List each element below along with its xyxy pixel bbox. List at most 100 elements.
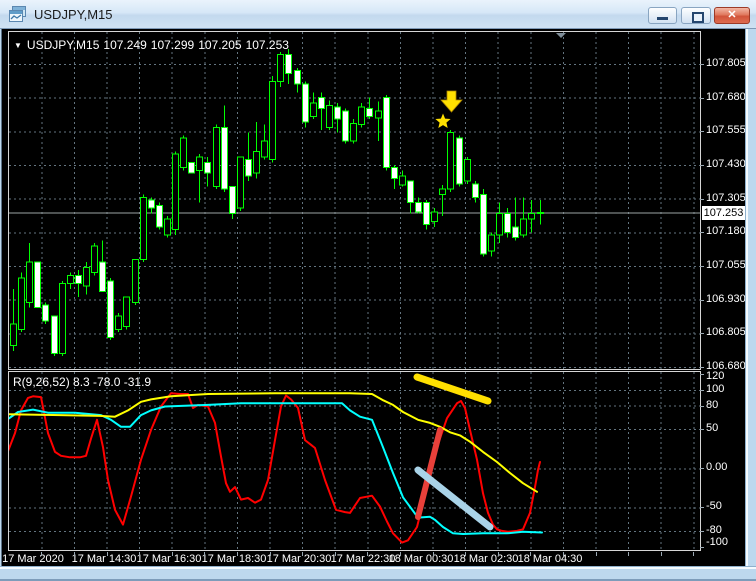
indicator-panel-border [8, 371, 701, 551]
candlestick [464, 159, 471, 182]
candlestick [326, 105, 333, 128]
candlestick [237, 156, 244, 209]
candlestick [439, 188, 446, 196]
candlestick [472, 183, 479, 198]
candlestick [512, 226, 519, 239]
candlestick [415, 202, 422, 213]
indicator-grid [9, 372, 700, 550]
candlestick [67, 274, 74, 285]
candlestick [75, 274, 82, 285]
candles [10, 49, 544, 357]
time-axis[interactable] [8, 551, 745, 566]
candlestick [528, 212, 535, 220]
main-chart-canvas[interactable]: ▼ USDJPY,M15 107.249 107.299 107.205 107.253 [8, 31, 701, 370]
arrow-down-annotation[interactable] [440, 90, 463, 113]
chart-symbol-period: USDJPY,M15 [26, 38, 100, 52]
candlestick [407, 180, 414, 204]
candlestick [253, 151, 260, 174]
indicator-label: R(9,26,52) 8.3 -78.0 -31.9 [13, 375, 152, 389]
candlestick [204, 161, 211, 174]
candlestick [537, 212, 544, 215]
candlestick [383, 97, 390, 169]
candlestick [213, 126, 220, 188]
minimize-button[interactable] [648, 7, 677, 24]
candlestick [107, 280, 114, 338]
candlestick [375, 110, 382, 119]
candlestick [34, 261, 41, 309]
mt4-chart-window: USDJPY,M15 ✕ ▼ USDJPY,M15 107.249 107.299 10… [0, 0, 756, 581]
candlestick [156, 204, 163, 228]
candlestick [456, 137, 463, 185]
candlestick [318, 97, 325, 109]
trend-blue-annotation[interactable] [414, 466, 494, 531]
candlestick [350, 122, 357, 142]
close-button[interactable]: ✕ [714, 7, 750, 24]
candlestick [196, 156, 203, 171]
candlestick [447, 132, 454, 190]
ohlc-close: 107.253 [245, 38, 289, 52]
restore-button[interactable] [681, 7, 711, 24]
restore-icon [692, 12, 704, 23]
oscillator-line-signal-yellow [8, 392, 538, 493]
ohlc-high: 107.299 [150, 38, 195, 52]
candlestick [358, 106, 365, 126]
candlestick [310, 102, 317, 118]
candlestick [99, 261, 106, 293]
ohlc-open: 107.249 [103, 38, 147, 52]
candlestick [431, 211, 438, 223]
window-frame-right [745, 29, 756, 581]
window-frame-left [0, 29, 2, 566]
window-frame-bottom [0, 566, 756, 581]
star-annotation[interactable] [435, 113, 451, 129]
candlestick [91, 245, 98, 274]
candlestick [115, 315, 122, 330]
window-title: USDJPY,M15 [34, 7, 113, 22]
price-axis[interactable] [701, 31, 745, 551]
candlestick [269, 81, 276, 161]
candlestick [188, 161, 195, 174]
candlestick [18, 277, 25, 330]
candlestick [342, 110, 349, 142]
candlestick [172, 153, 179, 231]
candlestick [496, 212, 503, 236]
candlestick [294, 70, 301, 85]
chart-header: ▼ USDJPY,M15 107.249 107.299 107.205 107.253 [14, 38, 293, 52]
candlestick [261, 140, 268, 158]
candlestick [26, 261, 33, 303]
trend-yellow-annotation[interactable] [413, 373, 492, 405]
candlestick [123, 296, 130, 328]
current-price-badge: 107.253 [702, 205, 745, 220]
candlestick [132, 258, 139, 303]
candlestick [423, 202, 430, 225]
candlestick [334, 106, 341, 120]
candlestick [148, 199, 155, 209]
window-titlebar[interactable]: USDJPY,M15 ✕ [0, 0, 756, 29]
candlestick [277, 54, 284, 83]
chart-shift-marker [556, 33, 566, 38]
ohlc-low: 107.205 [198, 38, 242, 52]
candlestick [488, 234, 495, 252]
candlestick [221, 126, 228, 190]
candlestick [164, 218, 171, 236]
chart-dropdown-icon: ▼ [14, 41, 22, 50]
minimize-icon [657, 17, 668, 20]
candlestick [51, 315, 58, 355]
chart-window-icon [9, 6, 26, 22]
candlestick [366, 107, 373, 118]
candlestick [399, 175, 406, 186]
candlestick [229, 186, 236, 214]
candlestick [59, 283, 66, 355]
candlestick [480, 194, 487, 255]
candlestick [520, 218, 527, 236]
candlestick [504, 212, 511, 233]
candlestick [245, 159, 252, 177]
candlestick [10, 323, 17, 346]
candlestick [391, 167, 398, 179]
candlestick [140, 196, 147, 260]
candlestick [42, 304, 49, 322]
candlestick [302, 83, 309, 123]
candlestick [180, 137, 187, 169]
close-icon: ✕ [727, 9, 737, 21]
candlestick [83, 266, 90, 287]
indicator-canvas[interactable]: R(9,26,52) 8.3 -78.0 -31.9 [8, 371, 701, 551]
